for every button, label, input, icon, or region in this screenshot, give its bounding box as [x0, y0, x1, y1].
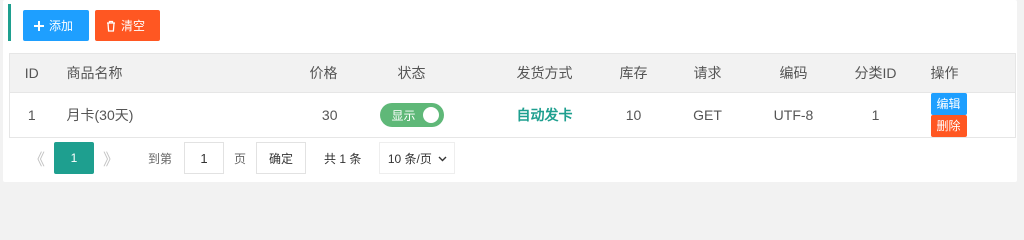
page-label: 页 — [234, 151, 247, 166]
plus-icon — [33, 20, 45, 32]
header-status[interactable]: 状态 — [337, 53, 486, 93]
header-actions: 操作 — [915, 53, 1016, 93]
status-toggle[interactable]: 显示 — [379, 103, 444, 127]
goto-label: 到第 — [148, 151, 173, 166]
page-size-value: 10 条/页 — [387, 151, 432, 166]
status-toggle-label: 显示 — [391, 108, 416, 123]
prev-page-icon[interactable]: 《 — [20, 143, 54, 173]
cell-product-name: 月卡(30天) — [53, 92, 249, 138]
total-count: 共 1 条 — [324, 151, 362, 166]
product-table: ID 商品名称 价格 状态 发货方式 库存 请求 编码 分类ID 操作 1 月卡… — [9, 53, 1016, 138]
confirm-button[interactable]: 确定 — [256, 142, 307, 174]
header-request[interactable]: 请求 — [663, 53, 752, 93]
current-page[interactable]: 1 — [54, 142, 94, 174]
toggle-knob — [422, 107, 439, 123]
clear-button[interactable]: 清空 — [95, 10, 160, 41]
toolbar: 添加 清空 — [23, 10, 160, 41]
clear-button-label: 清空 — [121, 19, 146, 33]
cell-price: 30 — [248, 92, 338, 138]
cell-ship-method: 自动发卡 — [485, 92, 604, 138]
ship-method-value: 自动发卡 — [516, 107, 573, 123]
header-price[interactable]: 价格 — [248, 53, 338, 93]
edit-button[interactable]: 编辑 — [930, 93, 967, 115]
header-encoding[interactable]: 编码 — [751, 53, 836, 93]
delete-button[interactable]: 删除 — [930, 115, 967, 137]
header-ship-method[interactable]: 发货方式 — [485, 53, 604, 93]
header-category-id[interactable]: 分类ID — [835, 53, 916, 93]
cell-actions: 编辑 删除 — [915, 92, 1016, 138]
trash-icon — [105, 20, 117, 32]
cell-encoding: UTF-8 — [751, 92, 836, 138]
chevron-down-icon — [438, 151, 447, 165]
add-button[interactable]: 添加 — [23, 10, 89, 41]
page-size-select[interactable]: 10 条/页 — [379, 142, 456, 174]
accent-bar — [8, 4, 11, 41]
cell-stock: 10 — [603, 92, 664, 138]
cell-status: 显示 — [337, 92, 486, 138]
header-id[interactable]: ID — [9, 53, 54, 93]
header-product-name[interactable]: 商品名称 — [53, 53, 249, 93]
goto-page-input[interactable]: 1 — [184, 142, 225, 174]
cell-request: GET — [663, 92, 752, 138]
next-page-icon[interactable]: 》 — [94, 143, 128, 173]
table-row: 1 月卡(30天) 30 显示 自动发卡 10 GET UTF-8 1 编辑 删… — [9, 92, 1016, 138]
cell-id: 1 — [9, 92, 54, 138]
table-header-row: ID 商品名称 价格 状态 发货方式 库存 请求 编码 分类ID 操作 — [9, 53, 1016, 93]
pagination: 《 1 》 到第 1 页 确定 共 1 条 10 条/页 — [20, 142, 456, 174]
cell-category-id: 1 — [835, 92, 916, 138]
header-stock[interactable]: 库存 — [603, 53, 664, 93]
add-button-label: 添加 — [49, 19, 74, 33]
